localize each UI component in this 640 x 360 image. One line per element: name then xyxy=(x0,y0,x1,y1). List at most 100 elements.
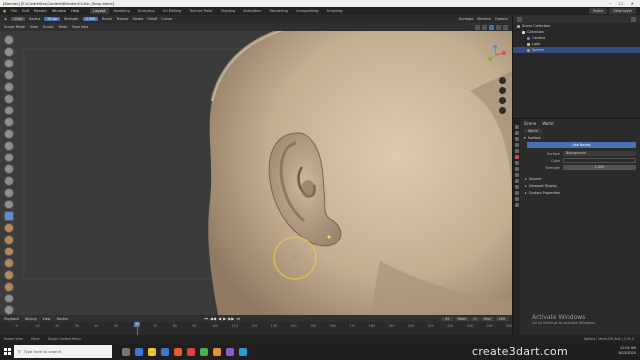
menu-render[interactable]: Render xyxy=(34,9,47,13)
draw-sharp-brush-icon[interactable] xyxy=(4,46,14,57)
falloff-menu[interactable]: Falloff xyxy=(147,17,157,21)
outliner-display-mode-icon[interactable] xyxy=(517,16,522,22)
tab-rendering[interactable]: Rendering xyxy=(267,8,291,14)
data-tab-icon[interactable] xyxy=(514,191,519,195)
world-datablock-field[interactable]: World xyxy=(524,128,542,133)
menu-edit[interactable]: Edit xyxy=(22,9,29,13)
constraints-tab-icon[interactable] xyxy=(514,185,519,189)
clay-thumb-brush-icon[interactable] xyxy=(4,82,14,92)
inflate-brush-icon[interactable] xyxy=(4,105,14,116)
dyntopo-menu[interactable]: Dyntopo xyxy=(459,17,473,21)
tab-uv-editing[interactable]: UV Editing xyxy=(160,8,185,14)
solid-shading-icon[interactable] xyxy=(489,24,494,30)
tab-layout[interactable]: Layout xyxy=(90,8,109,14)
view-menu[interactable]: View xyxy=(30,25,38,29)
app-icon[interactable] xyxy=(226,347,234,356)
tab-compositing[interactable]: Compositing xyxy=(293,8,322,14)
properties-panel[interactable]: Scene World World ▾ Surface Use Nodes Su… xyxy=(512,118,640,336)
axis-gizmo-icon[interactable] xyxy=(486,45,506,65)
tab-shading[interactable]: Shading xyxy=(218,8,239,14)
box-mask-icon[interactable] xyxy=(4,305,14,315)
rendered-shading-icon[interactable] xyxy=(503,24,508,30)
file-explorer-icon[interactable] xyxy=(148,347,156,356)
jump-end-button[interactable]: ⏭ xyxy=(236,316,240,321)
jump-keyframe-back-button[interactable]: ◀◀ xyxy=(210,316,216,321)
close-button[interactable]: ✕ xyxy=(631,1,634,6)
crease-brush-icon[interactable] xyxy=(4,129,14,139)
system-tray-clock[interactable]: 12:02 AM 8/15/2020 xyxy=(619,346,636,356)
texture-menu[interactable]: Texture xyxy=(116,17,128,21)
cursor-menu[interactable]: Cursor xyxy=(161,17,172,21)
timeline-menu-playback[interactable]: Playback xyxy=(4,317,19,321)
outliner-filter-icon[interactable] xyxy=(631,16,636,22)
outliner-panel[interactable]: Scene Collection Collection Camera Light… xyxy=(512,15,640,118)
flatten-brush-icon[interactable] xyxy=(4,152,14,163)
view-layer-tab-icon[interactable] xyxy=(514,143,519,147)
fill-brush-icon[interactable] xyxy=(4,164,14,174)
physics-tab-icon[interactable] xyxy=(514,179,519,183)
chrome-icon[interactable] xyxy=(200,347,208,356)
mask-brush-icon[interactable] xyxy=(4,293,14,304)
grab-brush-icon[interactable] xyxy=(4,211,14,221)
start-frame-field[interactable]: 1 xyxy=(470,316,480,321)
tool-tab-icon[interactable] xyxy=(514,125,519,129)
scene-selector[interactable]: Scene xyxy=(589,8,608,14)
texture-tab-icon[interactable] xyxy=(514,203,519,207)
timeline-editor[interactable]: Playback Keying View Marker ⏮ ◀◀ ◀ ▶ ▶▶ … xyxy=(0,315,512,335)
render-tab-icon[interactable] xyxy=(514,131,519,135)
maximize-button[interactable]: ☐ xyxy=(619,1,623,6)
3d-viewport[interactable] xyxy=(0,31,512,315)
draw-brush-icon[interactable] xyxy=(4,35,14,45)
snake-hook-brush-icon[interactable] xyxy=(4,234,14,245)
options-menu[interactable]: Options xyxy=(495,17,512,21)
outliner-row-sphere[interactable]: Sphere xyxy=(513,47,640,53)
tab-scripting[interactable]: Scripting xyxy=(323,8,345,14)
media-icon[interactable] xyxy=(187,347,195,356)
blender-taskbar-icon[interactable] xyxy=(213,347,221,356)
firefox-icon[interactable] xyxy=(174,347,182,356)
clay-brush-icon[interactable] xyxy=(4,58,14,69)
world-tab-icon[interactable] xyxy=(514,155,519,159)
mask-menu[interactable]: Mask xyxy=(59,25,68,29)
particles-tab-icon[interactable] xyxy=(514,173,519,177)
viewport-display-section-header[interactable]: ▸ Viewport Display xyxy=(521,182,640,189)
pan-view-icon[interactable] xyxy=(499,87,506,94)
thumb-brush-icon[interactable] xyxy=(4,246,14,257)
sculpt-menu[interactable]: Sculpt xyxy=(43,25,54,29)
multiplane-scrape-brush-icon[interactable] xyxy=(4,187,14,198)
layer-brush-icon[interactable] xyxy=(4,93,14,104)
tab-sculpting[interactable]: Sculpting xyxy=(135,8,158,14)
task-view-icon[interactable] xyxy=(122,347,130,356)
store-icon[interactable] xyxy=(161,347,169,356)
mode-selector[interactable]: Sculpt Mode xyxy=(4,25,25,29)
xray-toggle-icon[interactable] xyxy=(475,24,480,30)
app-icon-2[interactable] xyxy=(239,347,247,356)
output-tab-icon[interactable] xyxy=(514,137,519,141)
timeline-menu-keying[interactable]: Keying xyxy=(25,317,36,321)
menu-file[interactable]: File xyxy=(11,9,17,13)
pose-brush-icon[interactable] xyxy=(4,258,14,268)
menu-help[interactable]: Help xyxy=(71,9,79,13)
strength-prop-field[interactable]: 1.000 xyxy=(563,165,636,170)
wireframe-shading-icon[interactable] xyxy=(482,24,487,30)
surface-shader-field[interactable]: Background xyxy=(563,151,636,156)
scene-tab-icon[interactable] xyxy=(514,149,519,153)
color-swatch[interactable] xyxy=(563,158,636,163)
face-sets-menu[interactable]: Face Sets xyxy=(72,25,88,29)
blender-logo-icon[interactable]: ● xyxy=(3,9,6,13)
timeline-menu-marker[interactable]: Marker xyxy=(57,317,69,321)
use-nodes-button[interactable]: Use Nodes xyxy=(527,142,636,148)
minimize-button[interactable]: – xyxy=(609,1,611,6)
taskbar-search-box[interactable]: ⚲ Type here to search xyxy=(14,345,112,358)
elastic-deform-brush-icon[interactable] xyxy=(4,223,14,233)
play-button[interactable]: ▶ xyxy=(223,316,226,321)
jump-keyframe-forward-button[interactable]: ▶▶ xyxy=(228,316,234,321)
end-frame-field[interactable]: 250 xyxy=(495,316,508,321)
play-reverse-button[interactable]: ◀ xyxy=(218,316,221,321)
tab-texture-paint[interactable]: Texture Paint xyxy=(186,8,215,14)
modifier-tab-icon[interactable] xyxy=(514,167,519,171)
scrape-brush-icon[interactable] xyxy=(4,176,14,186)
volume-section-header[interactable]: ▸ Volume xyxy=(521,175,640,182)
material-tab-icon[interactable] xyxy=(514,197,519,201)
rotate-brush-icon[interactable] xyxy=(4,281,14,292)
